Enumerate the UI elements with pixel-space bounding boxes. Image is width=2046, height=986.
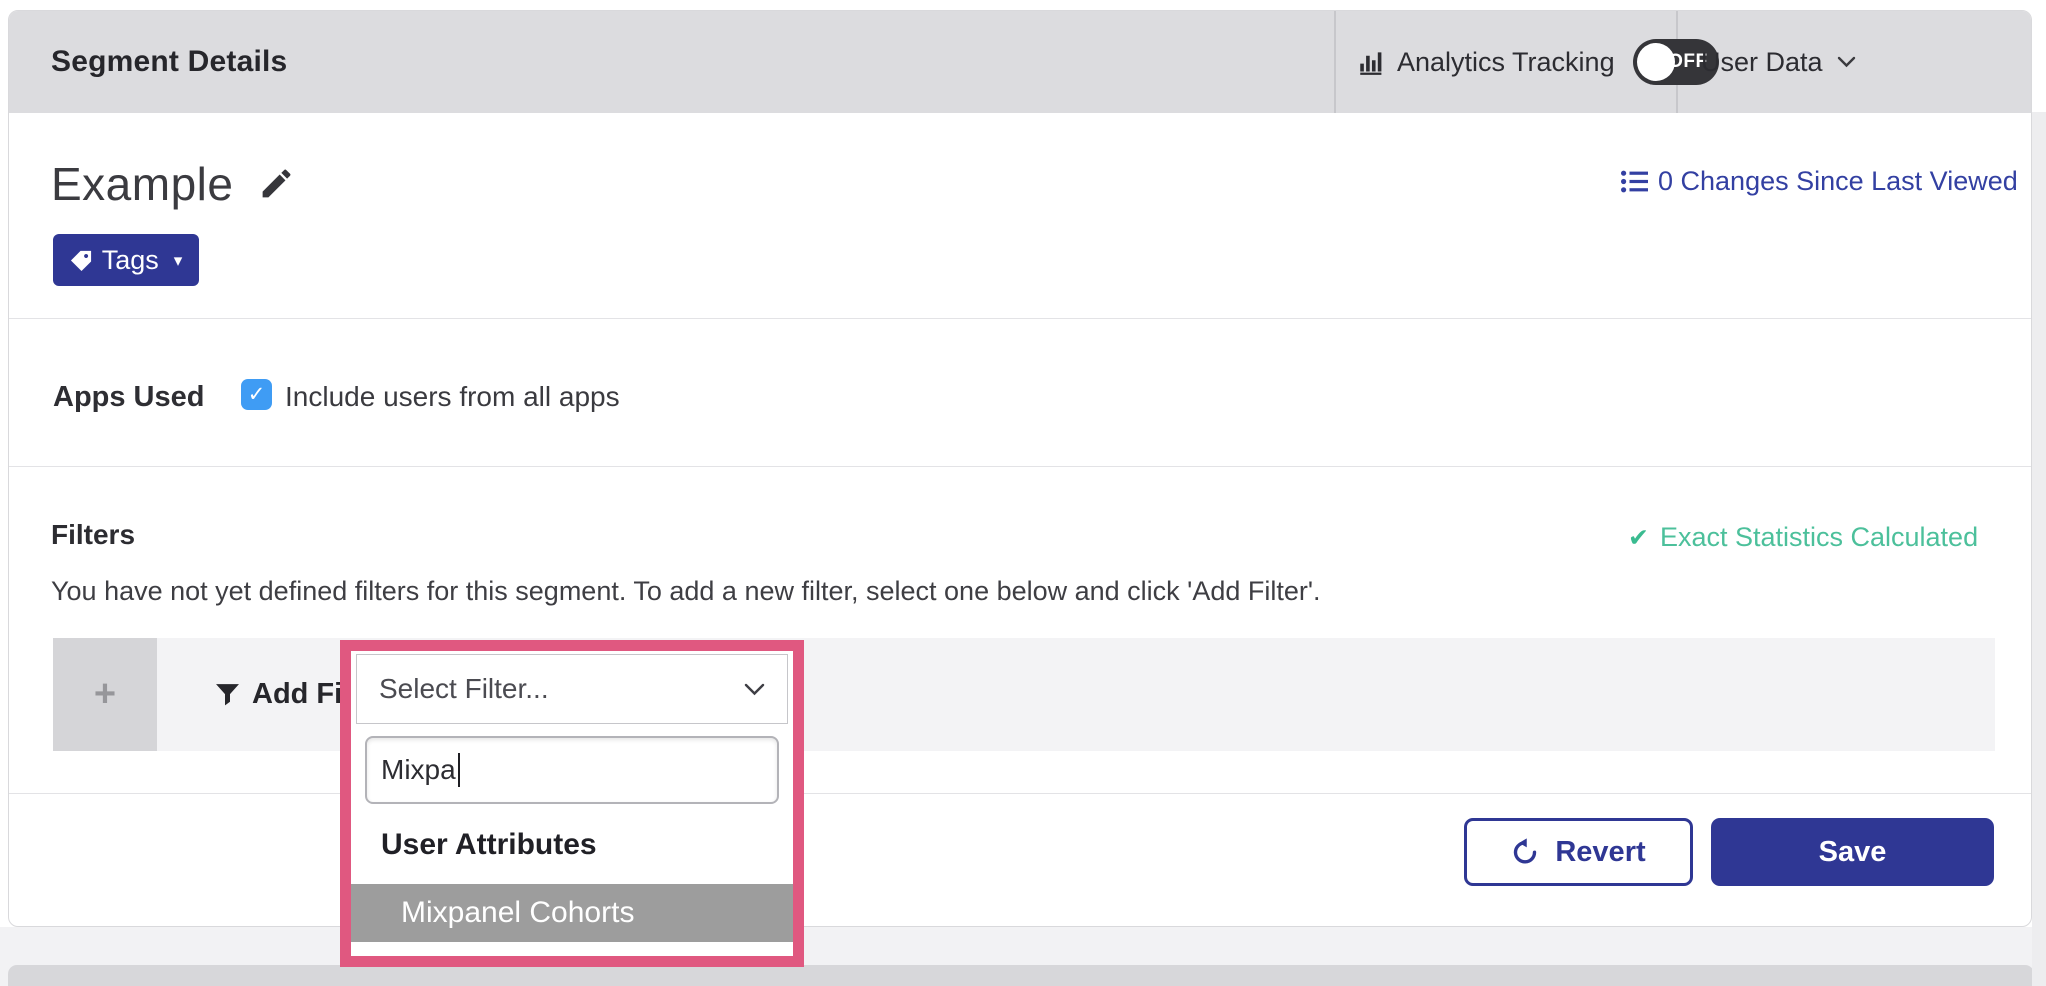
filter-funnel-icon <box>215 682 240 707</box>
plus-icon: + <box>94 673 116 716</box>
dropdown-option-mixpanel-cohorts[interactable]: Mixpanel Cohorts <box>351 884 793 942</box>
revert-button-label: Revert <box>1555 836 1645 869</box>
section-divider <box>9 466 2031 467</box>
header-divider <box>1334 11 1336 113</box>
segment-details-card: Segment Details Analytics Tracking OFF U… <box>8 10 2032 927</box>
include-all-apps-checkbox[interactable]: ✓ <box>241 379 272 410</box>
revert-undo-icon <box>1511 837 1541 867</box>
edit-pencil-icon[interactable] <box>258 165 295 202</box>
tag-icon <box>70 249 93 272</box>
annotation-highlight-box: Select Filter... Mixpa User Attributes M… <box>340 640 804 967</box>
section-divider <box>9 793 2031 794</box>
changes-link-label: 0 Changes Since Last Viewed <box>1658 166 2018 197</box>
card-header-bar: Segment Details Analytics Tracking OFF U… <box>9 11 2031 113</box>
tags-button[interactable]: Tags ▾ <box>53 234 199 286</box>
check-icon: ✓ <box>248 382 266 407</box>
success-check-icon: ✔ <box>1628 523 1649 553</box>
caret-down-icon: ▾ <box>174 252 183 269</box>
segment-name: Example <box>51 157 233 211</box>
select-filter-value: Select Filter... <box>379 673 549 705</box>
apps-used-label: Apps Used <box>53 381 204 414</box>
changes-list-icon <box>1621 170 1648 193</box>
exact-statistics-label: Exact Statistics Calculated <box>1660 522 1978 553</box>
filters-heading: Filters <box>51 519 135 551</box>
dropdown-group-header: User Attributes <box>381 828 793 862</box>
user-data-label: User Data <box>1701 47 1823 78</box>
tags-button-label: Tags <box>102 245 159 276</box>
filter-search-value: Mixpa <box>381 754 456 786</box>
bar-chart-icon <box>1358 49 1385 76</box>
add-filter-plus-button[interactable]: + <box>53 638 157 751</box>
save-button-label: Save <box>1819 836 1887 869</box>
filters-helper-text: You have not yet defined filters for thi… <box>51 576 1321 607</box>
scrollbar-track[interactable] <box>2032 112 2046 986</box>
dropdown-option-label: Mixpanel Cohorts <box>401 896 634 930</box>
page-title: Segment Details <box>51 11 287 113</box>
text-cursor <box>458 753 460 787</box>
exact-statistics-status: ✔ Exact Statistics Calculated <box>1628 522 1978 553</box>
chevron-down-icon <box>1837 56 1856 68</box>
user-data-dropdown[interactable]: User Data <box>1701 11 1856 113</box>
include-all-apps-label: Include users from all apps <box>285 381 620 413</box>
section-divider <box>9 318 2031 319</box>
chevron-down-icon <box>744 683 765 696</box>
analytics-tracking-control: Analytics Tracking OFF <box>1358 11 1719 113</box>
analytics-tracking-label: Analytics Tracking <box>1397 47 1615 78</box>
select-filter-dropdown[interactable]: Select Filter... <box>356 654 788 724</box>
filter-search-input[interactable]: Mixpa <box>365 736 779 804</box>
changes-since-last-viewed-link[interactable]: 0 Changes Since Last Viewed <box>1621 166 2018 197</box>
revert-button[interactable]: Revert <box>1464 818 1693 886</box>
next-section-bar <box>8 965 2034 986</box>
save-button[interactable]: Save <box>1711 818 1994 886</box>
